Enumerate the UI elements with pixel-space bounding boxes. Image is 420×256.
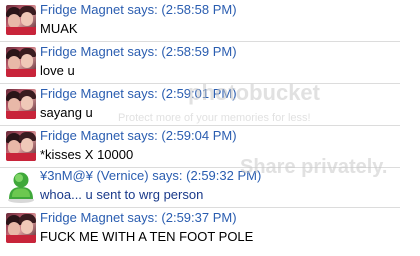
photo-avatar — [6, 213, 36, 243]
message-text: *kisses X 10000 — [40, 147, 134, 162]
sender-name: Fridge Magnet says: — [40, 44, 158, 59]
msn-buddy-avatar-icon — [8, 172, 34, 203]
photo-avatar — [6, 5, 36, 35]
message-header: Fridge Magnet says: (2:58:59 PM) — [40, 44, 237, 60]
chat-message: Fridge Magnet says: (2:58:59 PM) love u — [0, 42, 420, 82]
photo-avatar — [6, 89, 36, 119]
sender-name: ¥3nM@¥ (Vernice) says: — [40, 168, 183, 183]
sender-name: Fridge Magnet says: — [40, 128, 158, 143]
sender-name: Fridge Magnet says: — [40, 210, 158, 225]
message-header: Fridge Magnet says: (2:59:04 PM) — [40, 128, 237, 144]
message-text: whoa... u sent to wrg person — [40, 187, 204, 202]
message-text: sayang u — [40, 105, 93, 120]
chat-transcript: Fridge Magnet says: (2:58:58 PM) MUAK Fr… — [0, 0, 420, 256]
chat-message: Fridge Magnet says: (2:59:01 PM) sayang … — [0, 84, 420, 124]
photo-avatar — [6, 131, 36, 161]
message-text: MUAK — [40, 21, 78, 36]
photo-avatar — [6, 47, 36, 77]
message-header: Fridge Magnet says: (2:59:37 PM) — [40, 210, 237, 226]
sender-name: Fridge Magnet says: — [40, 2, 158, 17]
chat-message: Fridge Magnet says: (2:59:37 PM) FUCK ME… — [0, 208, 420, 248]
message-header: ¥3nM@¥ (Vernice) says: (2:59:32 PM) — [40, 168, 261, 184]
message-time: (2:59:37 PM) — [161, 210, 237, 225]
message-time: (2:59:04 PM) — [161, 128, 237, 143]
message-time: (2:59:32 PM) — [186, 168, 262, 183]
message-time: (2:59:01 PM) — [161, 86, 237, 101]
message-text: FUCK ME WITH A TEN FOOT POLE — [40, 229, 254, 244]
message-header: Fridge Magnet says: (2:58:58 PM) — [40, 2, 237, 18]
message-time: (2:58:59 PM) — [161, 44, 237, 59]
chat-message: ¥3nM@¥ (Vernice) says: (2:59:32 PM) whoa… — [0, 166, 420, 206]
chat-message: Fridge Magnet says: (2:59:04 PM) *kisses… — [0, 126, 420, 166]
chat-message: Fridge Magnet says: (2:58:58 PM) MUAK — [0, 0, 420, 40]
sender-name: Fridge Magnet says: — [40, 86, 158, 101]
message-text: love u — [40, 63, 75, 78]
message-time: (2:58:58 PM) — [161, 2, 237, 17]
message-header: Fridge Magnet says: (2:59:01 PM) — [40, 86, 237, 102]
